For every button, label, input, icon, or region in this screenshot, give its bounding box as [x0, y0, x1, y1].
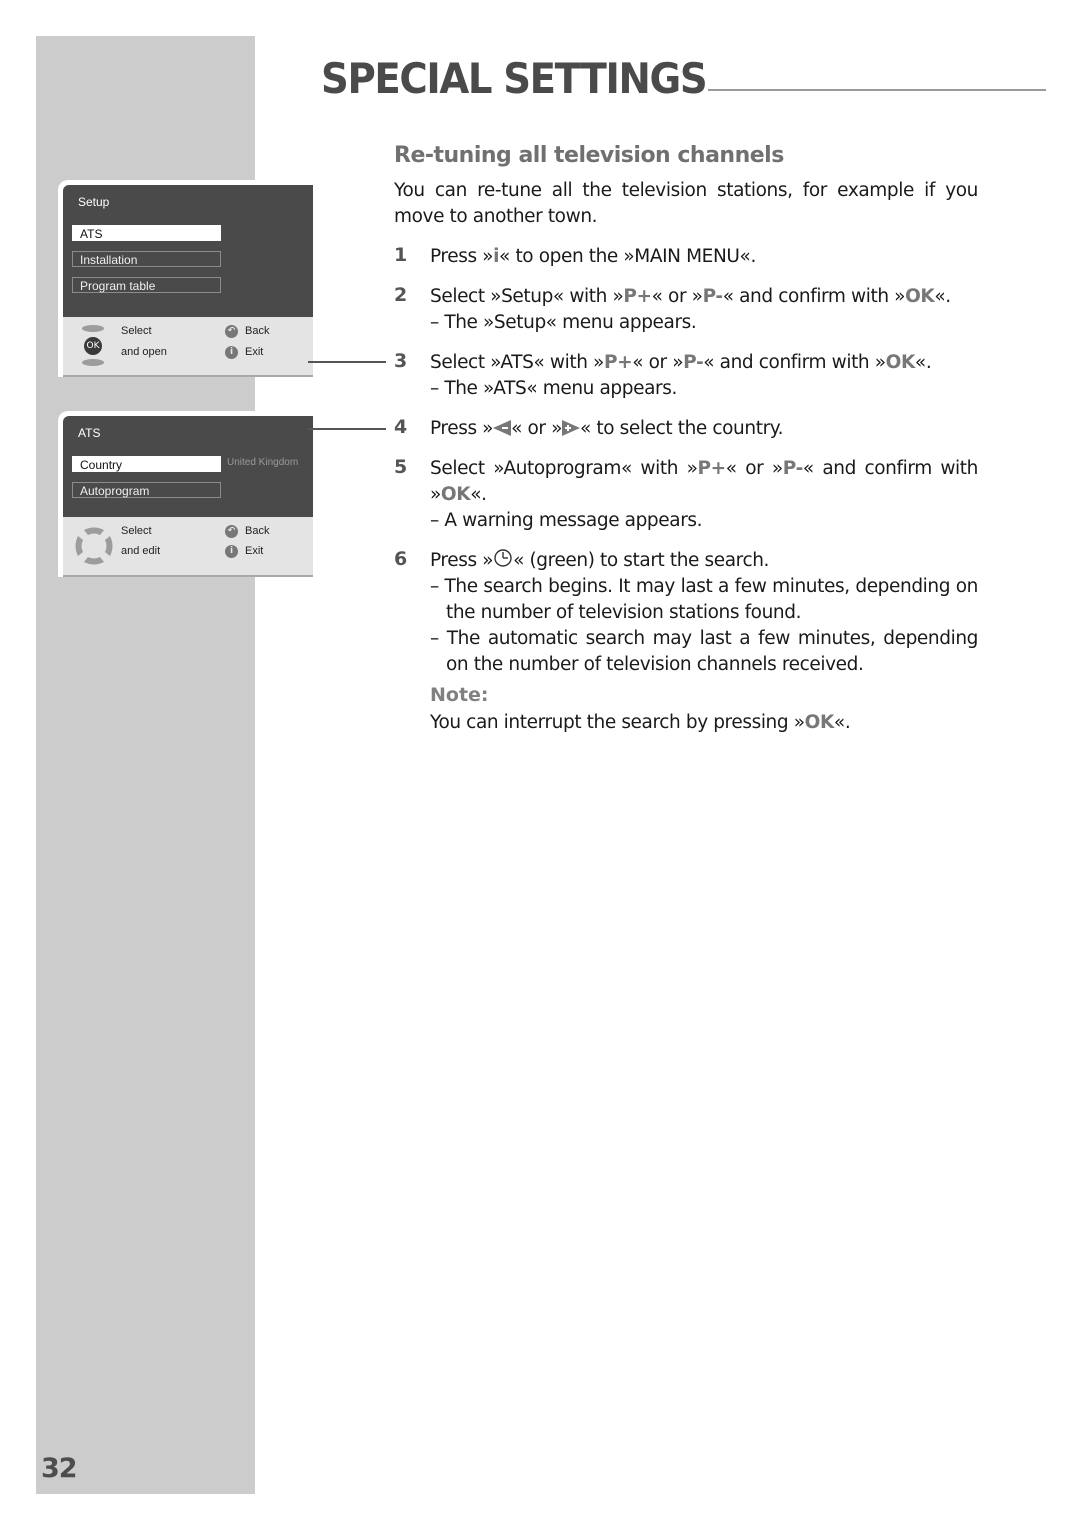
osd-ats-menu: ATS Country Autoprogram United Kingdom S… — [58, 411, 313, 577]
step-number: 3 — [394, 350, 408, 372]
step-text: «. — [934, 286, 951, 307]
step-number: 1 — [394, 244, 408, 266]
back-icon: ↶ — [225, 525, 238, 538]
step-text: « and confirm with » — [722, 286, 906, 307]
step-text: «. — [914, 352, 932, 373]
step-3: Select »ATS« with »P+« or »P-« and confi… — [430, 350, 978, 402]
step-text: Select »ATS« with » — [430, 352, 604, 373]
step-number: 5 — [394, 456, 408, 478]
step-number: 2 — [394, 284, 408, 306]
step-text: Press » — [430, 418, 494, 439]
step-text: Press » — [430, 246, 494, 267]
p-minus-key: P- — [782, 458, 804, 479]
info-exit-icon: i — [225, 346, 238, 359]
ok-key: OK — [440, 484, 471, 505]
p-minus-icon — [82, 359, 104, 366]
step-result: – The »ATS« menu appears. — [430, 378, 677, 399]
step-text: Select »Setup« with » — [430, 286, 624, 307]
step-text: Press » — [430, 550, 494, 571]
page-number: 32 — [41, 1453, 78, 1484]
p-plus-key: P+ — [623, 286, 652, 307]
osd-setup-menu: Setup ATS Installation Program table OK … — [58, 180, 313, 377]
step-result: – The automatic search may last a few mi… — [430, 628, 978, 675]
p-minus-key: P- — [683, 352, 704, 373]
left-arrow-minus-icon — [493, 420, 512, 436]
step-text: « and confirm with » — [703, 352, 886, 373]
intro-paragraph: You can re-tune all the television stati… — [394, 180, 978, 227]
navigation-ring-icon — [75, 527, 113, 565]
osd-ats-footer: Select and edit ↶ Back i Exit — [63, 517, 313, 577]
note-text: You can interrupt the search by pressing… — [430, 710, 978, 736]
step-4: Press » « or » « to select the country. — [430, 416, 978, 442]
footer-back-label: Back — [245, 325, 270, 337]
step-number: 6 — [394, 548, 408, 570]
osd-setup-item-installation[interactable]: Installation — [72, 251, 221, 267]
ok-key: OK — [905, 286, 935, 307]
step-1: Press »i« to open the »MAIN MENU«. — [430, 244, 978, 270]
ok-key: OK — [885, 352, 916, 373]
note-body: You can interrupt the search by pressing… — [430, 712, 805, 733]
osd-ats-item-autoprogram[interactable]: Autoprogram — [72, 482, 221, 498]
footer-exit-label: Exit — [245, 545, 264, 557]
footer-select-label: Select — [121, 525, 152, 537]
step-result: – The search begins. It may last a few m… — [430, 576, 978, 623]
ok-key: OK — [804, 712, 835, 733]
note-label: Note: — [430, 684, 489, 706]
osd-ats-title: ATS — [78, 426, 101, 440]
step-number: 4 — [394, 416, 408, 438]
osd-ats-country-value: United Kingdom — [227, 457, 299, 468]
step-text: « or » — [651, 286, 703, 307]
p-minus-key: P- — [702, 286, 724, 307]
footer-action-label: and open — [121, 346, 167, 358]
p-plus-key: P+ — [603, 352, 633, 373]
step-5: Select »Autoprogram« with »P+« or »P-« a… — [430, 456, 978, 534]
footer-select-label: Select — [121, 325, 152, 337]
osd-setup-footer: OK Select and open ↶ Back i Exit — [63, 317, 313, 377]
step-text: «. — [470, 484, 487, 505]
step-text: « or » — [511, 418, 563, 439]
footer-back-label: Back — [245, 525, 270, 537]
note-body: «. — [833, 712, 851, 733]
step-2: Select »Setup« with »P+« or »P-« and con… — [430, 284, 978, 336]
clock-icon — [494, 549, 512, 567]
p-plus-icon — [82, 325, 104, 332]
step-result: – A warning message appears. — [430, 510, 703, 531]
ok-button-icon: OK — [84, 337, 102, 355]
page-title: SPECIAL SETTINGS — [321, 54, 708, 103]
step-text: Select »Autoprogram« with » — [430, 458, 698, 479]
connector-line-step3 — [308, 361, 386, 363]
p-plus-key: P+ — [697, 458, 727, 479]
osd-setup-title: Setup — [78, 195, 110, 209]
step-6: Press » « (green) to start the search. – … — [430, 548, 978, 678]
step-text: « or » — [632, 352, 684, 373]
back-icon: ↶ — [225, 325, 238, 338]
step-text: « or » — [725, 458, 783, 479]
info-exit-icon: i — [225, 545, 238, 558]
section-heading: Re-tuning all television channels — [394, 143, 784, 168]
step-result: – The »Setup« menu appears. — [430, 312, 697, 333]
osd-setup-item-ats[interactable]: ATS — [72, 225, 221, 241]
footer-exit-label: Exit — [245, 346, 264, 358]
osd-ats-item-country[interactable]: Country — [72, 456, 221, 472]
step-text: « to select the country. — [580, 418, 784, 439]
right-arrow-plus-icon — [562, 420, 581, 436]
step-text: « to open the »MAIN MENU«. — [499, 246, 756, 267]
connector-line-step4 — [308, 428, 386, 430]
osd-setup-item-program-table[interactable]: Program table — [72, 277, 221, 293]
title-rule — [708, 89, 1046, 91]
step-text: « (green) to start the search. — [513, 550, 770, 571]
footer-action-label: and edit — [121, 545, 161, 557]
